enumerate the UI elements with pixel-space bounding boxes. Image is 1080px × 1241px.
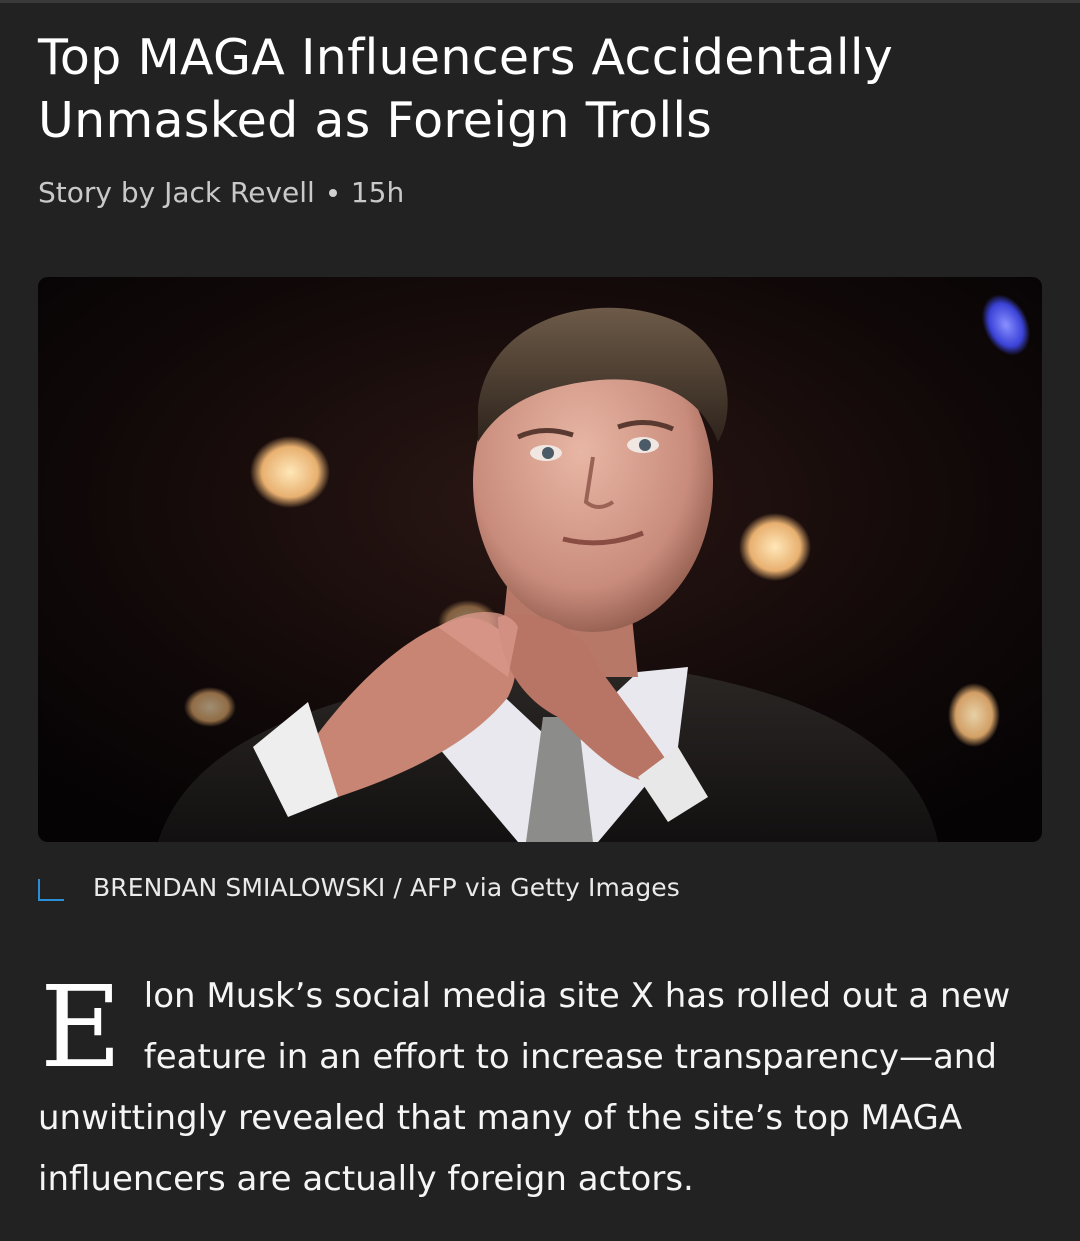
top-divider bbox=[0, 0, 1080, 3]
image-caption: BRENDAN SMIALOWSKI / AFP via Getty Image… bbox=[38, 868, 680, 908]
drop-cap: E bbox=[40, 963, 122, 1093]
byline-time: 15h bbox=[350, 176, 405, 209]
headline-line-2: Unmasked as Foreign Trolls bbox=[38, 92, 713, 149]
article-header: Top MAGA Influencers Accidentally Unmask… bbox=[38, 26, 1043, 210]
caption-text: BRENDAN SMIALOWSKI / AFP via Getty Image… bbox=[93, 873, 680, 902]
body-paragraph: lon Musk’s social media site X has rolle… bbox=[38, 976, 1011, 1199]
byline: Story by Jack Revell 15h bbox=[38, 176, 1043, 210]
headline-line-1: Top MAGA Influencers Accidentally bbox=[38, 29, 894, 86]
byline-author[interactable]: Story by Jack Revell bbox=[38, 176, 315, 210]
hero-image[interactable] bbox=[38, 277, 1042, 842]
article-headline[interactable]: Top MAGA Influencers Accidentally Unmask… bbox=[38, 26, 1043, 152]
hero-photo-illustration bbox=[38, 277, 1042, 842]
separator-dot bbox=[328, 189, 337, 197]
article-body: Elon Musk’s social media site X has roll… bbox=[38, 966, 1043, 1210]
corner-bracket-icon bbox=[38, 875, 64, 901]
